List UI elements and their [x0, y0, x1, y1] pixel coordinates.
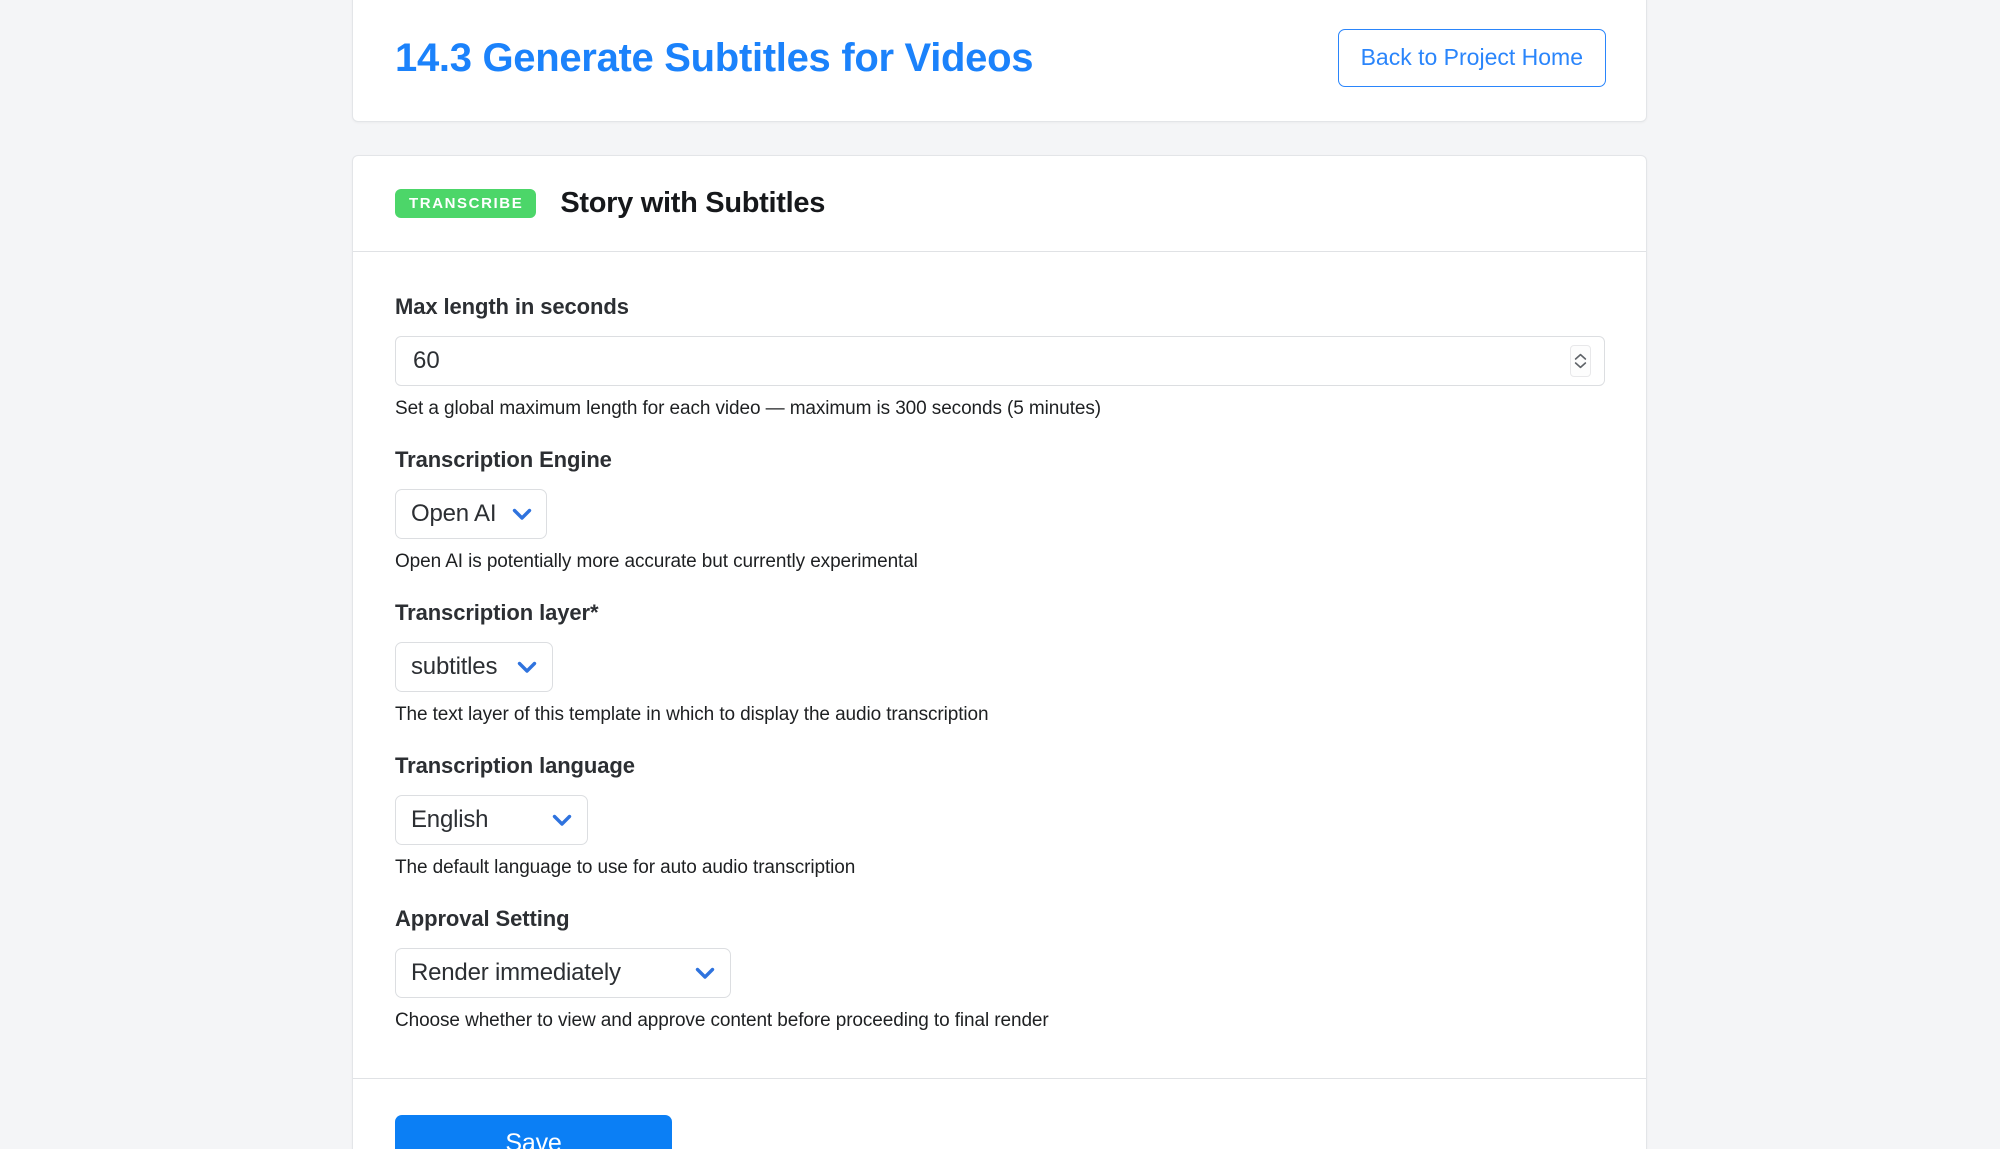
transcription-layer-help: The text layer of this template in which…: [395, 704, 989, 725]
back-to-project-home-button[interactable]: Back to Project Home: [1337, 29, 1606, 87]
approval-setting-help: Choose whether to view and approve conte…: [395, 1010, 1049, 1031]
save-button[interactable]: Save: [395, 1115, 672, 1149]
transcription-engine-label: Transcription Engine: [395, 447, 612, 472]
chevron-up-icon: [1574, 353, 1587, 360]
transcription-engine-help: Open AI is potentially more accurate but…: [395, 551, 918, 572]
card-footer: Save: [353, 1079, 1646, 1149]
field-approval-setting: Approval Setting Render immediately Choo…: [395, 906, 1604, 1032]
transcription-layer-label: Transcription layer*: [395, 600, 599, 625]
max-length-label: Max length in seconds: [395, 294, 629, 319]
transcription-language-label: Transcription language: [395, 753, 635, 778]
max-length-help: Set a global maximum length for each vid…: [395, 398, 1101, 419]
field-transcription-language: Transcription language English The defau…: [395, 753, 1604, 879]
chevron-down-icon: [695, 967, 715, 980]
page-header-card: 14.3 Generate Subtitles for Videos Back …: [352, 0, 1647, 122]
field-transcription-engine: Transcription Engine Open AI Open AI is …: [395, 447, 1604, 573]
transcription-engine-select[interactable]: Open AI: [395, 489, 547, 539]
max-length-input-wrap: [395, 336, 1605, 386]
status-badge: TRANSCRIBE: [395, 189, 537, 218]
page-title: 14.3 Generate Subtitles for Videos: [395, 36, 1034, 80]
approval-setting-value: Render immediately: [411, 959, 621, 986]
chevron-down-icon: [1574, 362, 1587, 369]
card-title: Story with Subtitles: [560, 187, 826, 219]
max-length-input[interactable]: [395, 336, 1605, 386]
approval-setting-label: Approval Setting: [395, 906, 570, 931]
transcription-language-select[interactable]: English: [395, 795, 588, 845]
transcription-language-help: The default language to use for auto aud…: [395, 857, 856, 878]
transcription-language-value: English: [411, 806, 489, 833]
transcription-engine-value: Open AI: [411, 500, 497, 527]
transcription-layer-select[interactable]: subtitles: [395, 642, 553, 692]
chevron-down-icon: [552, 814, 572, 827]
field-transcription-layer: Transcription layer* subtitles The text …: [395, 600, 1604, 726]
field-max-length: Max length in seconds Set a global maxim…: [395, 294, 1605, 420]
number-stepper[interactable]: [1570, 345, 1591, 377]
chevron-down-icon: [512, 508, 532, 521]
chevron-down-icon: [517, 661, 537, 674]
transcription-layer-value: subtitles: [411, 653, 498, 680]
approval-setting-select[interactable]: Render immediately: [395, 948, 731, 998]
card-header: TRANSCRIBE Story with Subtitles: [353, 156, 1646, 252]
page-root: 14.3 Generate Subtitles for Videos Back …: [0, 0, 2000, 1149]
subtitle-settings-card: TRANSCRIBE Story with Subtitles Max leng…: [352, 155, 1647, 1149]
card-body: Max length in seconds Set a global maxim…: [353, 252, 1646, 1079]
